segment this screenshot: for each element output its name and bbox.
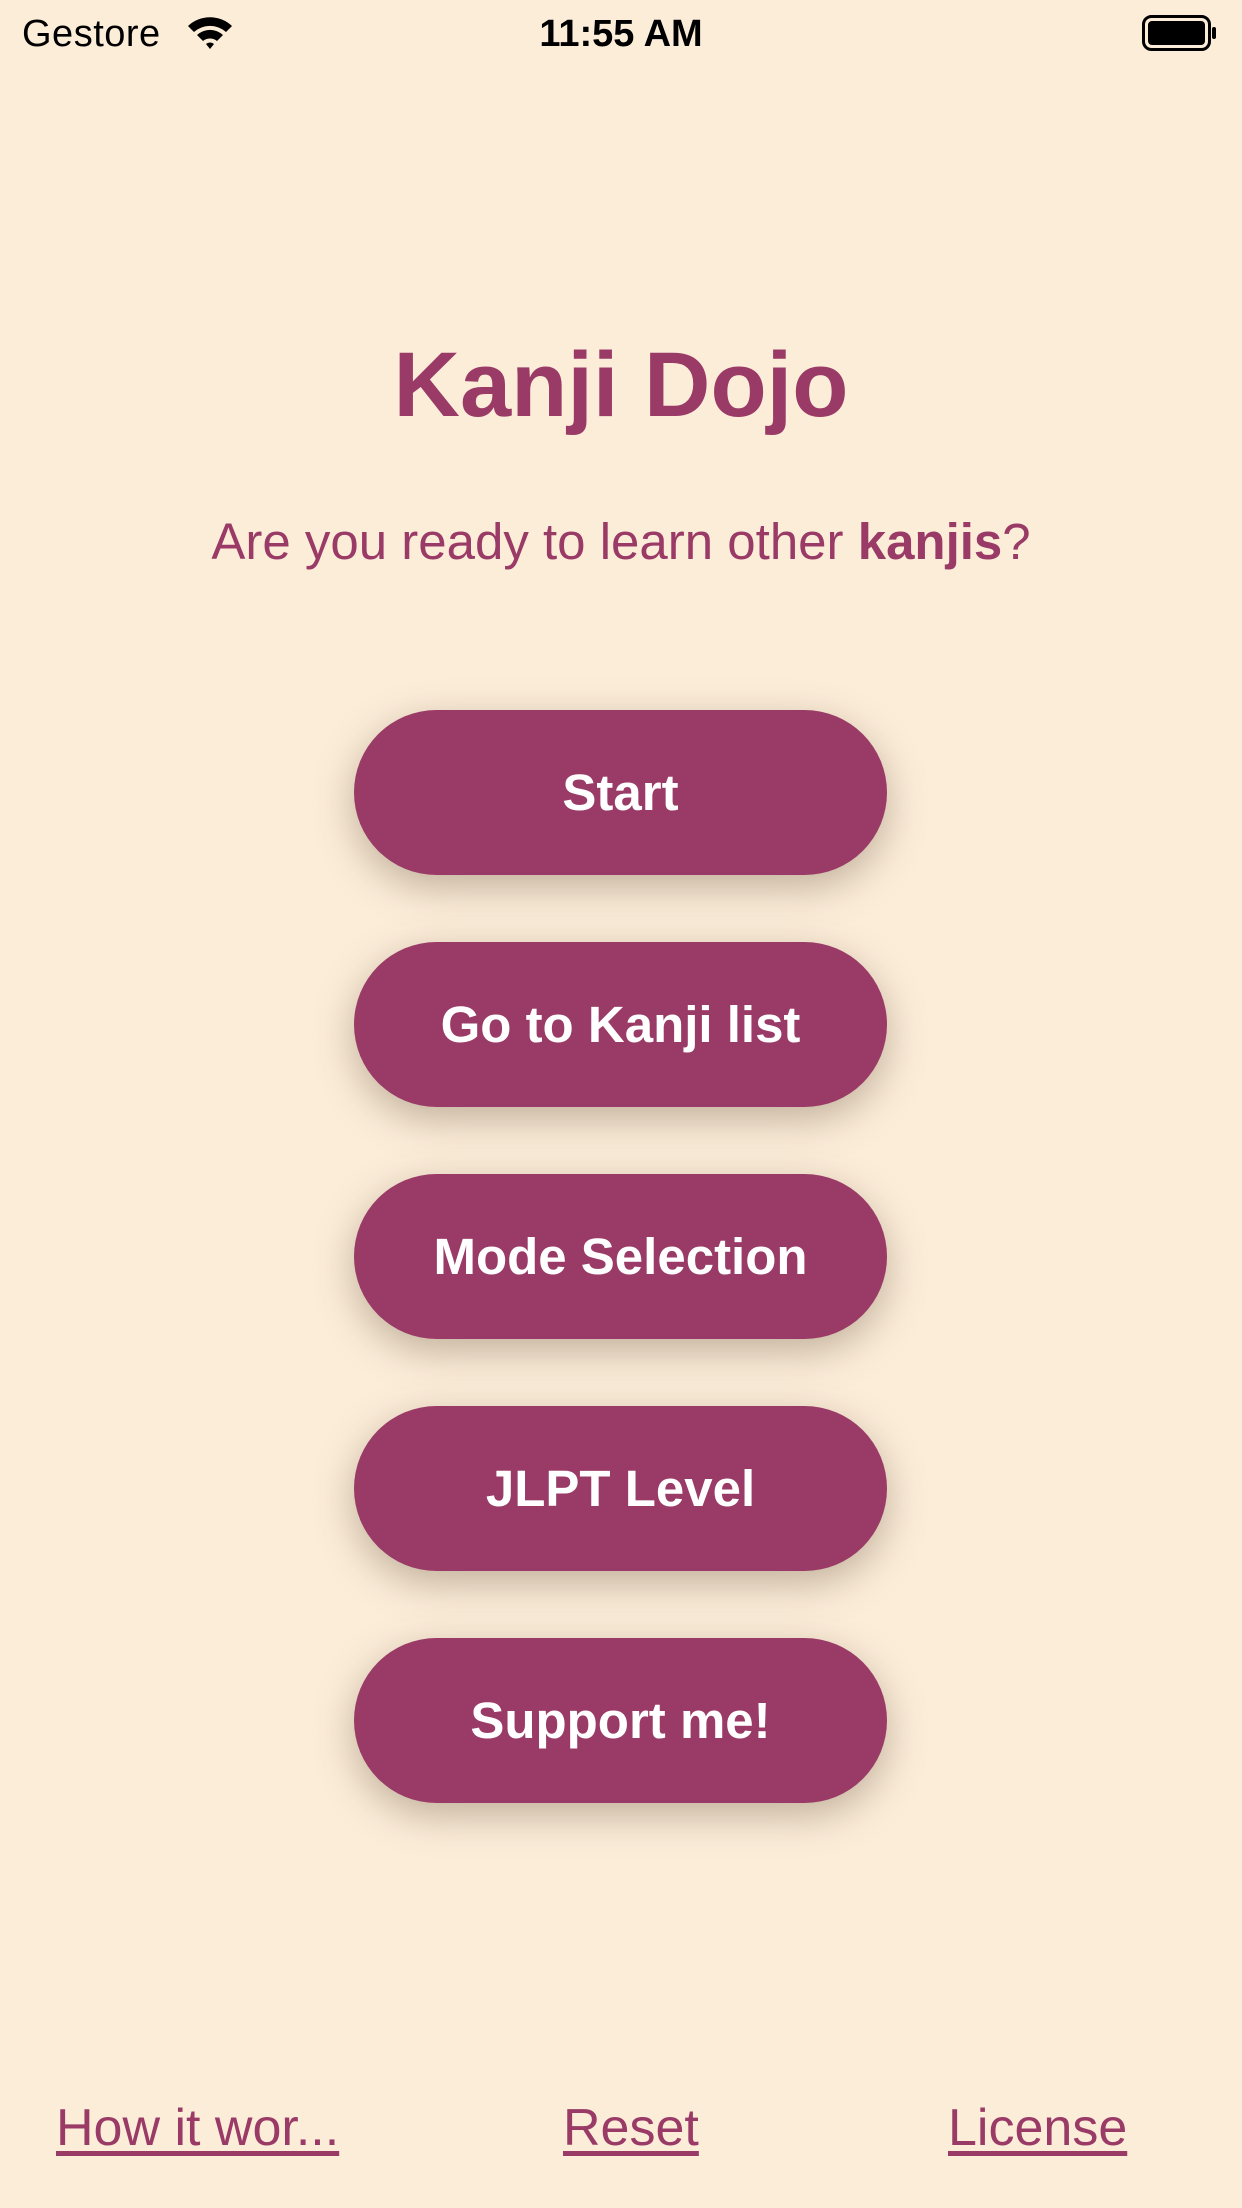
subtitle-text: Are you ready to learn other [211,513,858,570]
support-button[interactable]: Support me! [354,1638,887,1803]
status-time: 11:55 AM [539,13,703,55]
how-it-works-link[interactable]: How it wor... [56,2098,339,2158]
footer-links: How it wor... Reset License [0,2098,1242,2158]
kanji-list-button[interactable]: Go to Kanji list [354,942,887,1107]
reset-link[interactable]: Reset [563,2098,699,2158]
app-subtitle: Are you ready to learn other kanjis? [0,510,1242,574]
start-button[interactable]: Start [354,710,887,875]
jlpt-level-button[interactable]: JLPT Level [354,1406,887,1571]
subtitle-highlight: kanjis [857,513,1003,570]
main-menu: Start Go to Kanji list Mode Selection JL… [354,710,887,1870]
battery-icon [1142,15,1216,51]
subtitle-punctuation: ? [1002,513,1031,570]
mode-selection-button[interactable]: Mode Selection [354,1174,887,1339]
license-link[interactable]: License [948,2098,1127,2158]
status-bar: Gestore 11:55 AM [0,0,1242,68]
app-title: Kanji Dojo [393,334,849,436]
